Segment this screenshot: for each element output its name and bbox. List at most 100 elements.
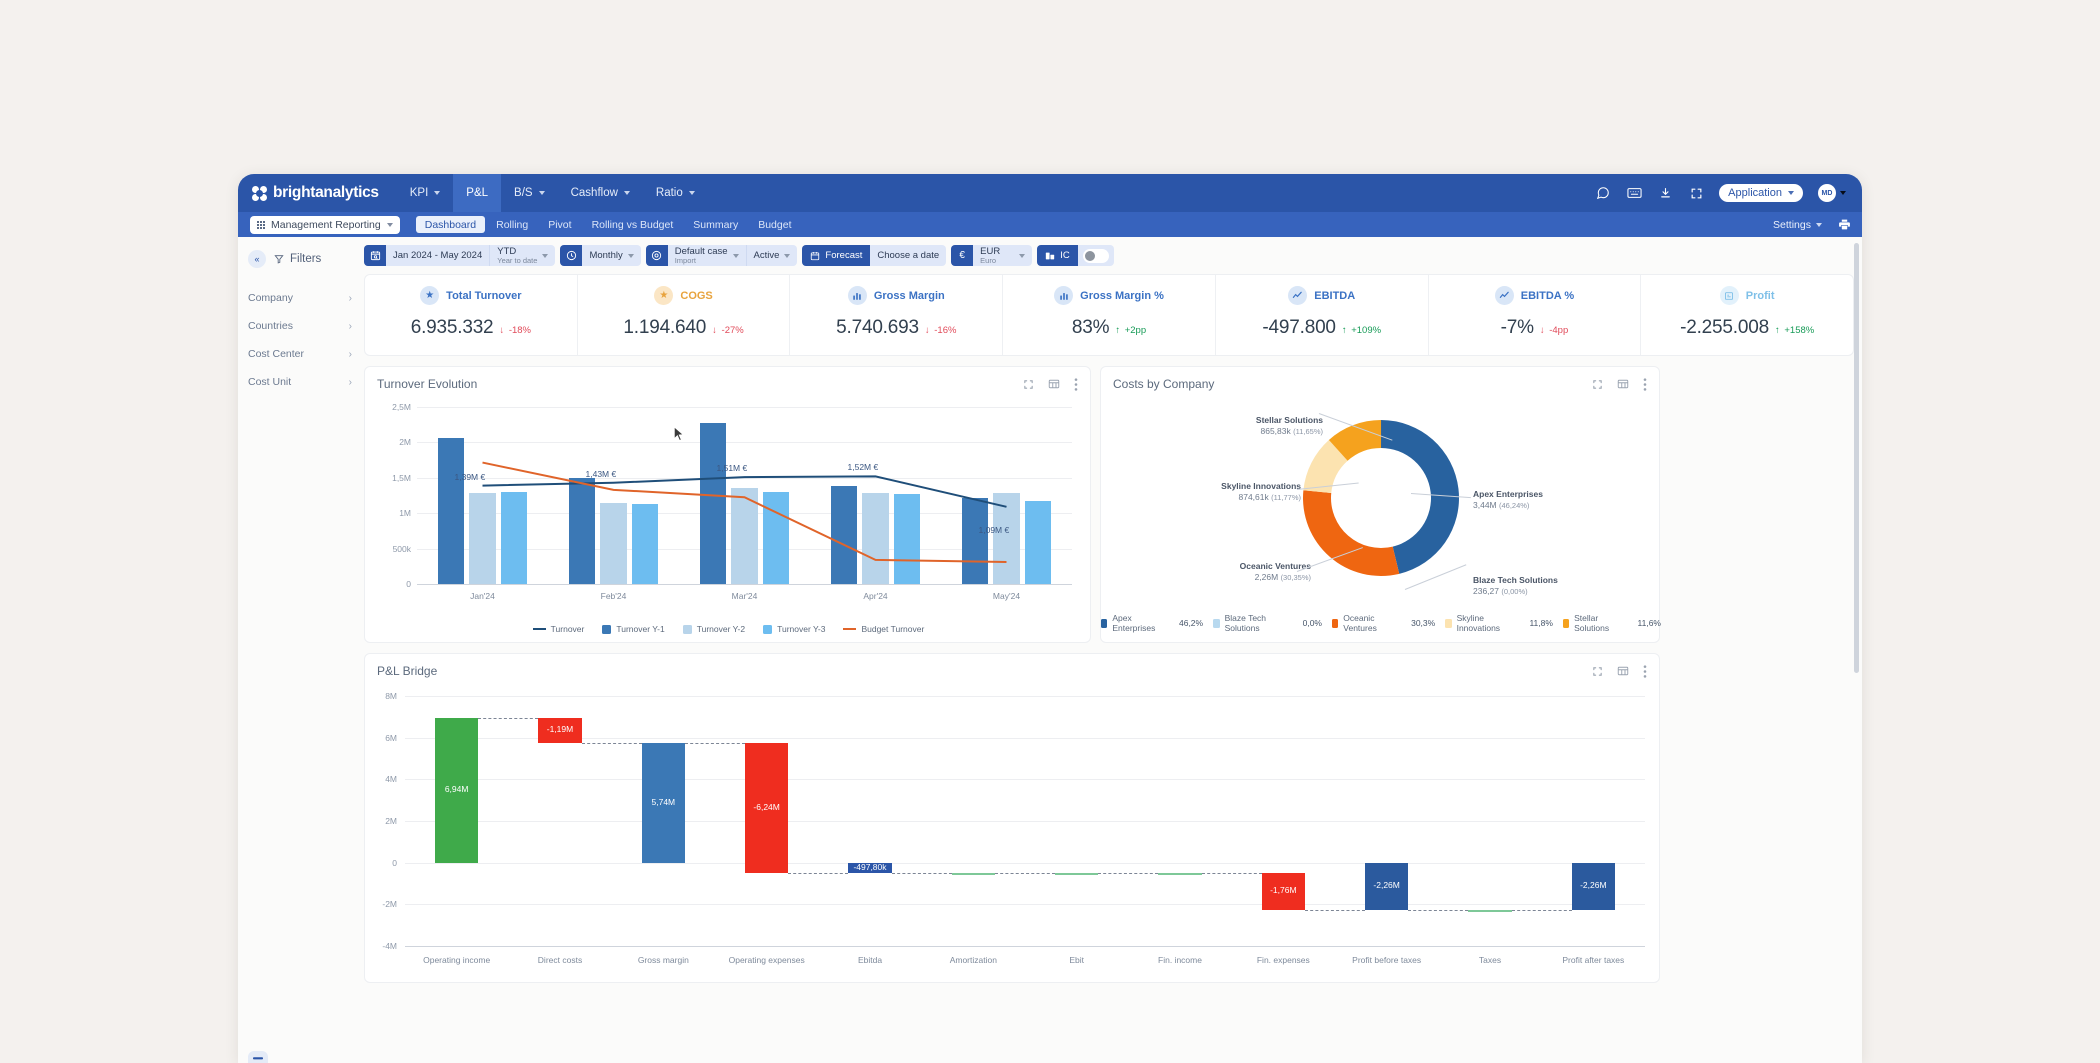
expand-icon[interactable]: [1023, 379, 1034, 390]
page-body: « Filters Company› Countries› Cost Cente…: [238, 237, 1862, 1063]
user-menu[interactable]: MD: [1818, 184, 1846, 202]
more-icon[interactable]: [1643, 378, 1647, 391]
settings-menu[interactable]: Settings: [1773, 219, 1822, 231]
expand-icon[interactable]: [1592, 379, 1603, 390]
fullscreen-icon[interactable]: [1688, 185, 1704, 201]
granularity-select[interactable]: Monthly: [582, 245, 640, 266]
kpi-card-gross-margin-pct[interactable]: Gross Margin % 83% ↑ +2pp: [1003, 275, 1216, 355]
legend-item[interactable]: Budget Turnover: [843, 624, 924, 634]
kpi-card-gross-margin[interactable]: Gross Margin 5.740.693 ↓ -16%: [790, 275, 1003, 355]
kpi-card-cogs[interactable]: ★ COGS 1.194.640 ↓ -27%: [578, 275, 791, 355]
legend-item[interactable]: Oceanic Ventures30,3%: [1332, 613, 1435, 633]
clock-icon[interactable]: [560, 245, 582, 266]
more-icon[interactable]: [1074, 378, 1078, 391]
kpi-card-ebitda-pct[interactable]: EBITDA % -7% ↓ -4pp: [1429, 275, 1642, 355]
donut-label: Skyline Innovations874,61k (11,77%): [1161, 481, 1301, 502]
legend-label: Turnover Y-3: [777, 624, 825, 634]
choose-date-button[interactable]: Choose a date: [870, 245, 946, 266]
legend-item[interactable]: Turnover Y-1: [602, 624, 664, 634]
legend-item[interactable]: Skyline Innovations11,8%: [1445, 613, 1553, 633]
tab-pivot[interactable]: Pivot: [539, 216, 580, 233]
menu-item-cashflow[interactable]: Cashflow: [558, 174, 643, 212]
printer-icon[interactable]: [1836, 217, 1852, 233]
status-select[interactable]: Active: [746, 245, 798, 266]
filter-toolbar: Jan 2024 - May 2024 YTDYear to date Mont…: [364, 245, 1854, 266]
data-label: 5,74M: [642, 797, 685, 807]
filter-item-countries[interactable]: Countries›: [238, 312, 364, 340]
scenario-select[interactable]: Default caseImport: [668, 245, 746, 266]
table-icon[interactable]: [1617, 378, 1629, 390]
chevron-down-icon: [624, 191, 630, 195]
report-selector[interactable]: Management Reporting: [250, 216, 400, 234]
flat-marker[interactable]: [1055, 873, 1098, 875]
donut-label-name: Oceanic Ventures: [1171, 561, 1311, 572]
keyboard-icon[interactable]: [1626, 185, 1642, 201]
legend-swatch: [602, 625, 611, 634]
ic-toggle[interactable]: [1083, 249, 1109, 263]
connector-line: [478, 718, 538, 719]
legend-item[interactable]: Blaze Tech Solutions0,0%: [1213, 613, 1322, 633]
filter-item-cost-center[interactable]: Cost Center›: [238, 340, 364, 368]
forecast-button[interactable]: Forecast: [802, 245, 870, 266]
vertical-scrollbar[interactable]: [1854, 243, 1859, 673]
granularity-group: Monthly: [560, 245, 640, 266]
legend-item[interactable]: Apex Enterprises46,2%: [1101, 613, 1203, 633]
flat-marker[interactable]: [952, 873, 995, 875]
table-icon[interactable]: [1617, 665, 1629, 677]
table-icon[interactable]: [1048, 378, 1060, 390]
menu-item-ratio[interactable]: Ratio: [643, 174, 708, 212]
ic-button[interactable]: IC: [1037, 245, 1078, 266]
expand-icon[interactable]: [1592, 666, 1603, 677]
legend-percent: 11,8%: [1529, 618, 1552, 628]
comment-icon[interactable]: [1595, 185, 1611, 201]
more-icon[interactable]: [1643, 665, 1647, 678]
tab-summary[interactable]: Summary: [684, 216, 747, 233]
kpi-card-profit[interactable]: Profit -2.255.008 ↑ +158%: [1641, 275, 1853, 355]
currency-icon[interactable]: €: [951, 245, 973, 266]
legend-item[interactable]: Turnover: [533, 624, 585, 634]
kpi-card-ebitda[interactable]: EBITDA -497.800 ↑ +109%: [1216, 275, 1429, 355]
filter-item-cost-unit[interactable]: Cost Unit›: [238, 368, 364, 396]
sub-bar-right: Settings: [1773, 217, 1852, 233]
chevron-down-icon: [387, 223, 393, 227]
chevron-down-icon: [1816, 223, 1822, 227]
chevron-down-icon: [1840, 191, 1846, 195]
application-selector[interactable]: Application: [1719, 184, 1803, 202]
kpi-value: 1.194.640: [623, 317, 706, 339]
donut-chart-legend: Apex Enterprises46,2% Blaze Tech Solution…: [1101, 613, 1661, 633]
menu-item-pl[interactable]: P&L: [453, 174, 501, 212]
download-icon[interactable]: [1657, 185, 1673, 201]
tab-rolling[interactable]: Rolling: [487, 216, 537, 233]
kpi-card-total-turnover[interactable]: ★ Total Turnover 6.935.332 ↓ -18%: [365, 275, 578, 355]
tab-rolling-vs-budget[interactable]: Rolling vs Budget: [583, 216, 683, 233]
flat-marker[interactable]: [1158, 873, 1201, 875]
filter-item-company[interactable]: Company›: [238, 284, 364, 312]
date-range-group: Jan 2024 - May 2024 YTDYear to date: [364, 245, 555, 266]
star-icon: ★: [420, 286, 439, 305]
legend-item[interactable]: Turnover Y-2: [683, 624, 745, 634]
charts-row-top: Turnover Evolution 0500k1M1,5M2M2,5MJan'…: [364, 366, 1854, 643]
flat-marker[interactable]: [1468, 910, 1511, 912]
menu-item-bs[interactable]: B/S: [501, 174, 558, 212]
help-fab-button[interactable]: [248, 1051, 268, 1063]
calendar-search-icon[interactable]: [364, 245, 386, 266]
settings-label: Settings: [1773, 219, 1811, 231]
legend-item[interactable]: Stellar Solutions11,6%: [1563, 613, 1661, 633]
filter-icon: [274, 254, 284, 264]
connector-line: [892, 873, 952, 874]
scenario-icon[interactable]: [646, 245, 668, 266]
menu-item-kpi[interactable]: KPI: [397, 174, 454, 212]
currency-select[interactable]: EUREuro: [973, 245, 1032, 266]
chevron-right-icon: ›: [349, 349, 352, 360]
legend-item[interactable]: Turnover Y-3: [763, 624, 825, 634]
date-range-value[interactable]: Jan 2024 - May 2024: [386, 245, 489, 266]
legend-swatch: [1445, 619, 1451, 628]
tab-dashboard[interactable]: Dashboard: [416, 216, 485, 233]
status-value: Active: [754, 250, 780, 261]
card-pl-bridge: P&L Bridge -4M-2M02M4M6M8M6,94M-1,19M5,7…: [364, 653, 1660, 983]
period-mode-select[interactable]: YTDYear to date: [489, 245, 555, 266]
data-label: 1,39M €: [455, 472, 486, 482]
brand-logo-area[interactable]: brightanalytics: [252, 184, 379, 202]
collapse-sidebar-button[interactable]: «: [248, 250, 266, 268]
tab-budget[interactable]: Budget: [749, 216, 800, 233]
